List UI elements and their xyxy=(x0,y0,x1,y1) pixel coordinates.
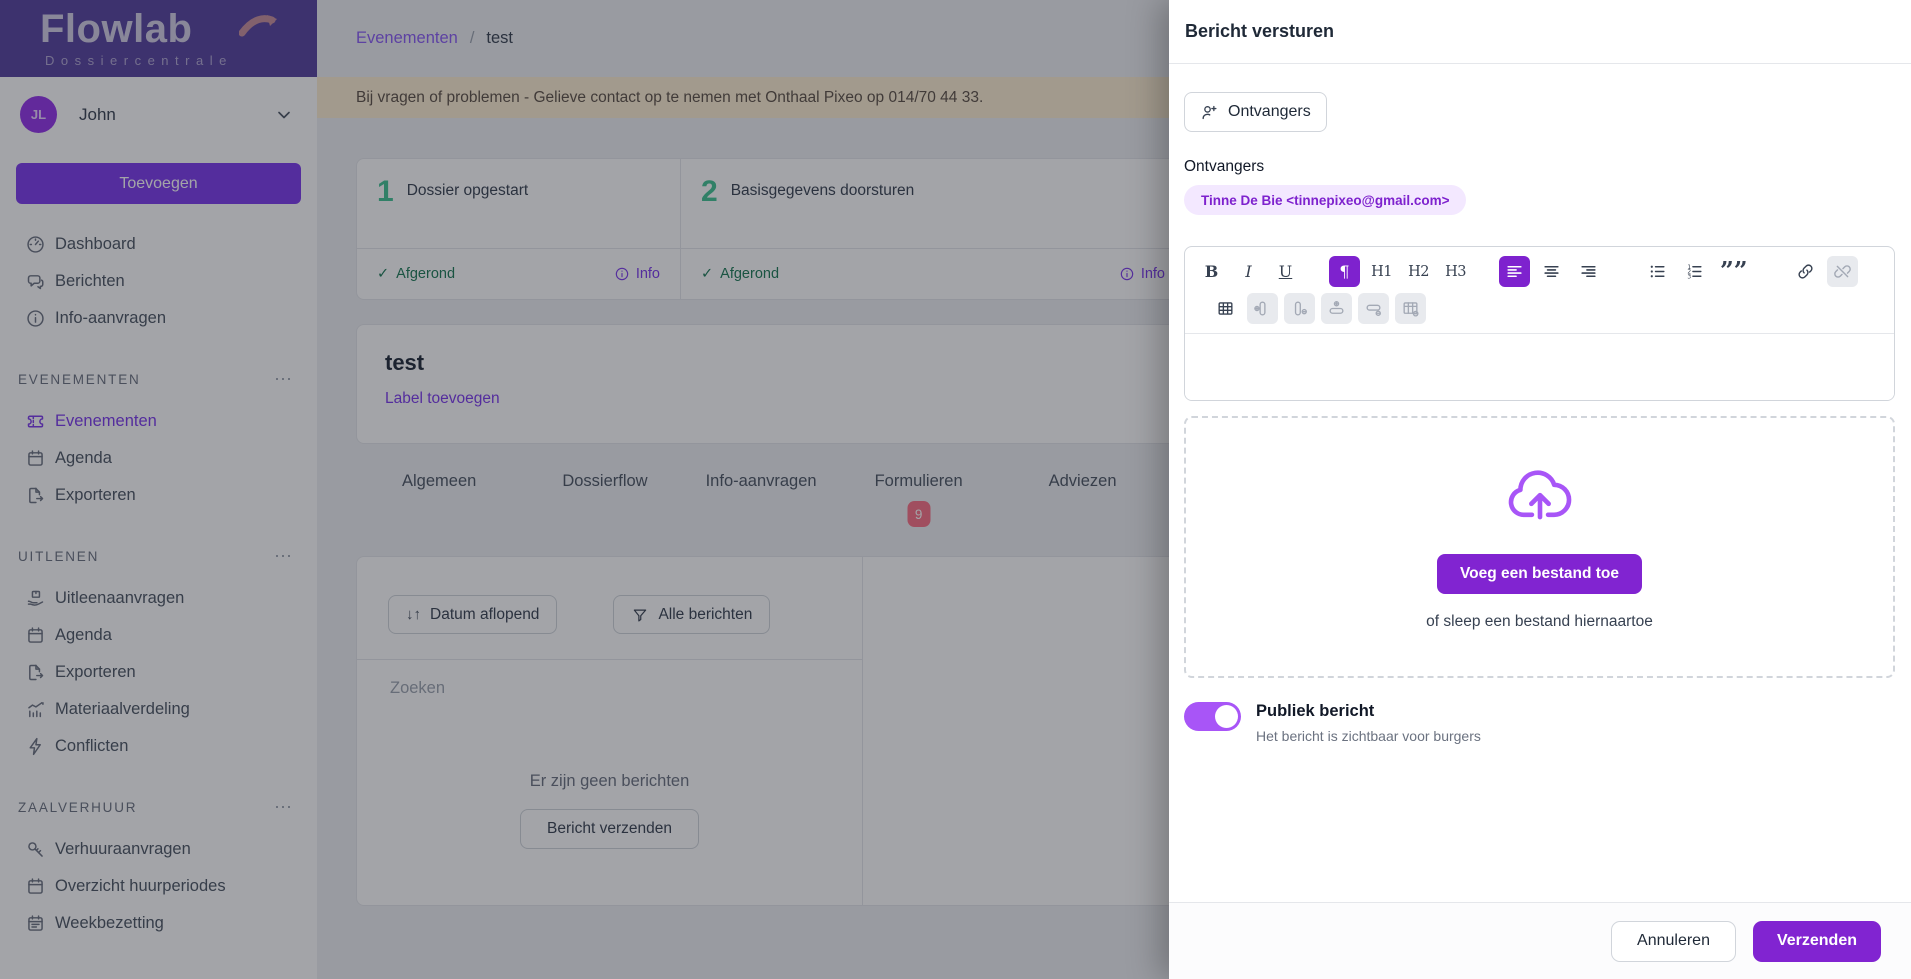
bold-button[interactable]: B xyxy=(1196,256,1227,287)
table-icon xyxy=(1216,299,1235,318)
submit-button[interactable]: Verzenden xyxy=(1753,921,1881,962)
file-dropzone[interactable]: Voeg een bestand toe of sleep een bestan… xyxy=(1184,416,1895,678)
toggle-knob xyxy=(1215,705,1238,728)
bullet-list-button[interactable] xyxy=(1642,256,1673,287)
add-column-button xyxy=(1247,293,1278,324)
add-column-icon xyxy=(1253,299,1272,318)
recipients-label: Ontvangers xyxy=(1184,158,1895,176)
h1-button[interactable]: H1 xyxy=(1366,256,1397,287)
link-button[interactable] xyxy=(1790,256,1821,287)
delete-table-icon xyxy=(1401,299,1420,318)
paragraph-button[interactable]: ¶ xyxy=(1329,256,1360,287)
person-plus-icon xyxy=(1200,103,1219,122)
delete-row-icon xyxy=(1364,299,1383,318)
blockquote-button[interactable]: ”” xyxy=(1716,256,1752,287)
align-right-icon xyxy=(1579,262,1598,281)
delete-column-button xyxy=(1284,293,1315,324)
bullet-list-icon xyxy=(1648,262,1667,281)
recipients-button-label: Ontvangers xyxy=(1228,103,1311,121)
drawer-title: Bericht versturen xyxy=(1169,0,1911,64)
public-message-row: Publiek bericht Het bericht is zichtbaar… xyxy=(1184,702,1895,744)
toggle-texts: Publiek bericht Het bericht is zichtbaar… xyxy=(1256,702,1481,744)
add-file-button[interactable]: Voeg een bestand toe xyxy=(1437,554,1642,594)
cancel-button[interactable]: Annuleren xyxy=(1611,921,1736,962)
toggle-label: Publiek bericht xyxy=(1256,702,1481,721)
align-left-icon xyxy=(1505,262,1524,281)
italic-button[interactable]: I xyxy=(1233,256,1264,287)
underline-button[interactable]: U xyxy=(1270,256,1301,287)
editor-toolbar: B I U ¶ H1 H2 H3 xyxy=(1185,247,1894,333)
unlink-icon xyxy=(1833,262,1852,281)
h3-button[interactable]: H3 xyxy=(1440,256,1471,287)
link-icon xyxy=(1796,262,1815,281)
align-left-button[interactable] xyxy=(1499,256,1530,287)
add-row-button xyxy=(1321,293,1352,324)
add-row-icon xyxy=(1327,299,1346,318)
ordered-list-icon xyxy=(1685,262,1704,281)
recipients-button[interactable]: Ontvangers xyxy=(1184,92,1327,132)
dropzone-hint: of sleep een bestand hiernaartoe xyxy=(1426,613,1653,631)
drawer-footer: Annuleren Verzenden xyxy=(1169,902,1911,979)
unlink-button xyxy=(1827,256,1858,287)
align-right-button[interactable] xyxy=(1573,256,1604,287)
drawer-body: Ontvangers Ontvangers Tinne De Bie <tinn… xyxy=(1169,64,1911,902)
toolbar-row-1: B I U ¶ H1 H2 H3 xyxy=(1196,256,1883,287)
cloud-upload-icon xyxy=(1503,464,1577,524)
send-message-drawer: Bericht versturen Ontvangers Ontvangers … xyxy=(1169,0,1911,979)
delete-column-icon xyxy=(1290,299,1309,318)
toolbar-row-2 xyxy=(1196,293,1883,324)
delete-table-button xyxy=(1395,293,1426,324)
insert-table-button[interactable] xyxy=(1210,293,1241,324)
align-center-icon xyxy=(1542,262,1561,281)
ordered-list-button[interactable] xyxy=(1679,256,1710,287)
recipient-chip[interactable]: Tinne De Bie <tinnepixeo@gmail.com> xyxy=(1184,185,1466,215)
editor-content[interactable] xyxy=(1185,333,1894,400)
toggle-description: Het bericht is zichtbaar voor burgers xyxy=(1256,728,1481,744)
align-center-button[interactable] xyxy=(1536,256,1567,287)
app-root: Flowlab Dossiercentrale JL John Toevoege… xyxy=(0,0,1911,979)
h2-button[interactable]: H2 xyxy=(1403,256,1434,287)
delete-row-button xyxy=(1358,293,1389,324)
rich-text-editor: B I U ¶ H1 H2 H3 xyxy=(1184,246,1895,401)
public-message-toggle[interactable] xyxy=(1184,702,1241,731)
